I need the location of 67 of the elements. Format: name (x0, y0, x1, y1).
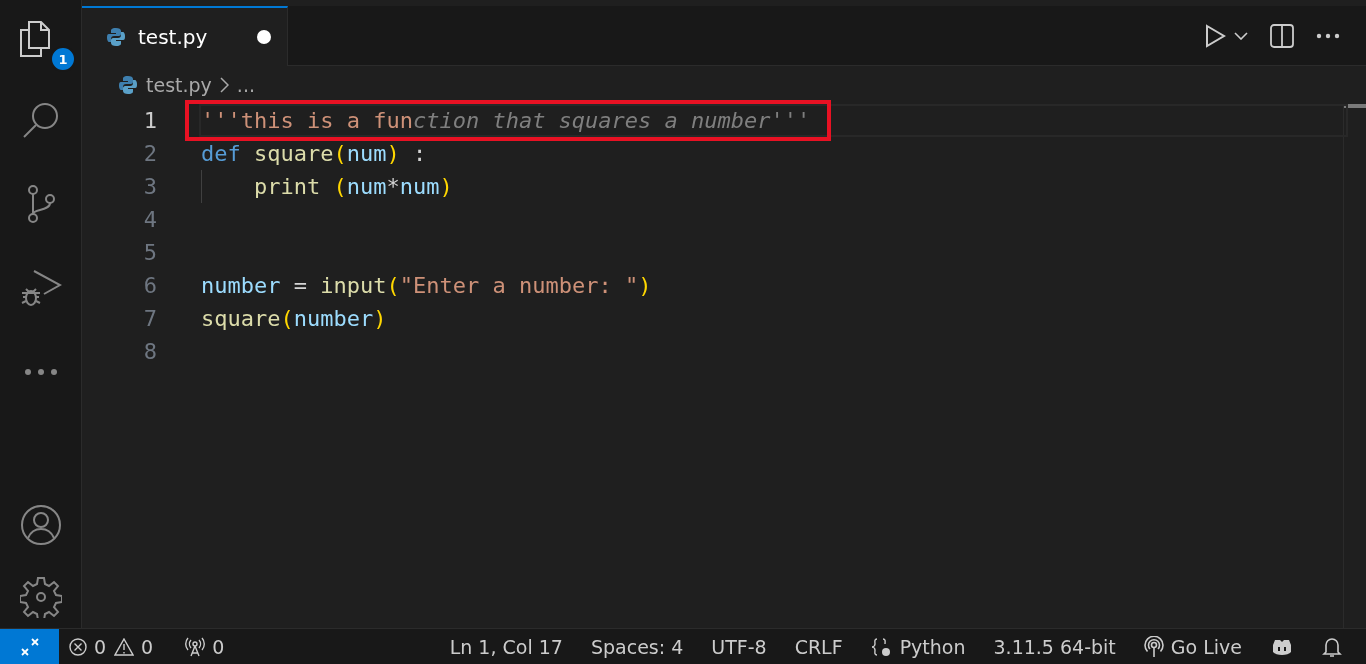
status-item[interactable]: 0 (212, 635, 225, 658)
line-number: 8 (142, 339, 157, 364)
code-token: * (386, 174, 400, 199)
settings-icon[interactable] (19, 576, 62, 618)
code-token: ) (638, 273, 652, 298)
code-token: ( (333, 141, 347, 166)
code-token: number (293, 306, 374, 331)
code-token: '''this is a fun (201, 108, 413, 133)
line-number: 2 (142, 141, 157, 166)
bell-icon[interactable] (1322, 635, 1342, 658)
remote-icon (19, 636, 40, 657)
inline-suggestion: ction that squares a number''' (412, 108, 811, 133)
editor-tab[interactable]: test.py (82, 6, 288, 66)
code-token: ( (280, 306, 294, 331)
code-token: print (254, 174, 321, 199)
line-number: 7 (142, 306, 157, 331)
error-icon (69, 637, 87, 656)
run-debug-icon[interactable] (19, 267, 62, 309)
python-file-icon (118, 75, 138, 95)
code-token: ) (439, 174, 453, 199)
code-token: ( (386, 273, 400, 298)
breadcrumb-more[interactable]: ... (236, 74, 255, 96)
split-editor-icon[interactable] (1270, 23, 1294, 48)
code-token: num (346, 174, 387, 199)
code-token: square (253, 141, 334, 166)
chevron-right-icon (219, 77, 229, 93)
code-token: ) (386, 141, 400, 166)
status-item[interactable]: Spaces: 4 (590, 635, 684, 658)
code-token: = (292, 273, 308, 298)
line-number: 4 (142, 207, 157, 232)
code-token: ) (373, 306, 387, 331)
status-item[interactable]: 0 (141, 635, 154, 658)
more-icon[interactable] (23, 368, 58, 376)
code-token: number (201, 273, 281, 298)
go-live-icon (1143, 635, 1164, 658)
line-number: 6 (142, 273, 157, 298)
files-icon[interactable] (20, 18, 50, 58)
code-token: square (201, 306, 281, 331)
count-badge: 1 (50, 46, 76, 72)
line-number: 5 (142, 240, 157, 265)
status-item[interactable]: Python (899, 635, 966, 658)
remote-button[interactable] (0, 629, 59, 664)
code-token: num (399, 174, 440, 199)
scroll-thumb[interactable] (1344, 104, 1366, 108)
status-item[interactable]: 0 (94, 635, 107, 658)
status-item[interactable]: Ln 1, Col 17 (449, 635, 563, 658)
line-number: 3 (142, 174, 157, 199)
python-file-icon (106, 27, 126, 47)
code-token: num (346, 141, 387, 166)
warning-icon (114, 637, 135, 656)
status-item[interactable]: Go Live (1170, 635, 1242, 658)
code-token: : (411, 141, 427, 166)
breadcrumb-file[interactable]: test.py (146, 74, 212, 96)
more-icon[interactable] (1316, 32, 1340, 39)
chevron-down-icon[interactable] (1234, 31, 1248, 40)
status-item[interactable]: 3.11.5 64-bit (993, 635, 1116, 658)
braces-icon (870, 636, 893, 657)
antenna-icon (185, 636, 206, 657)
account-icon[interactable] (19, 504, 62, 546)
status-item[interactable]: UTF-8 (711, 635, 767, 658)
status-item[interactable]: CRLF (794, 635, 843, 658)
code-token: input (320, 273, 387, 298)
line-number: 1 (142, 108, 157, 133)
code-token: def (201, 141, 241, 166)
code-token: ( (332, 174, 347, 199)
code-token: "Enter a number: " (399, 273, 639, 298)
run-icon[interactable] (1204, 23, 1226, 48)
